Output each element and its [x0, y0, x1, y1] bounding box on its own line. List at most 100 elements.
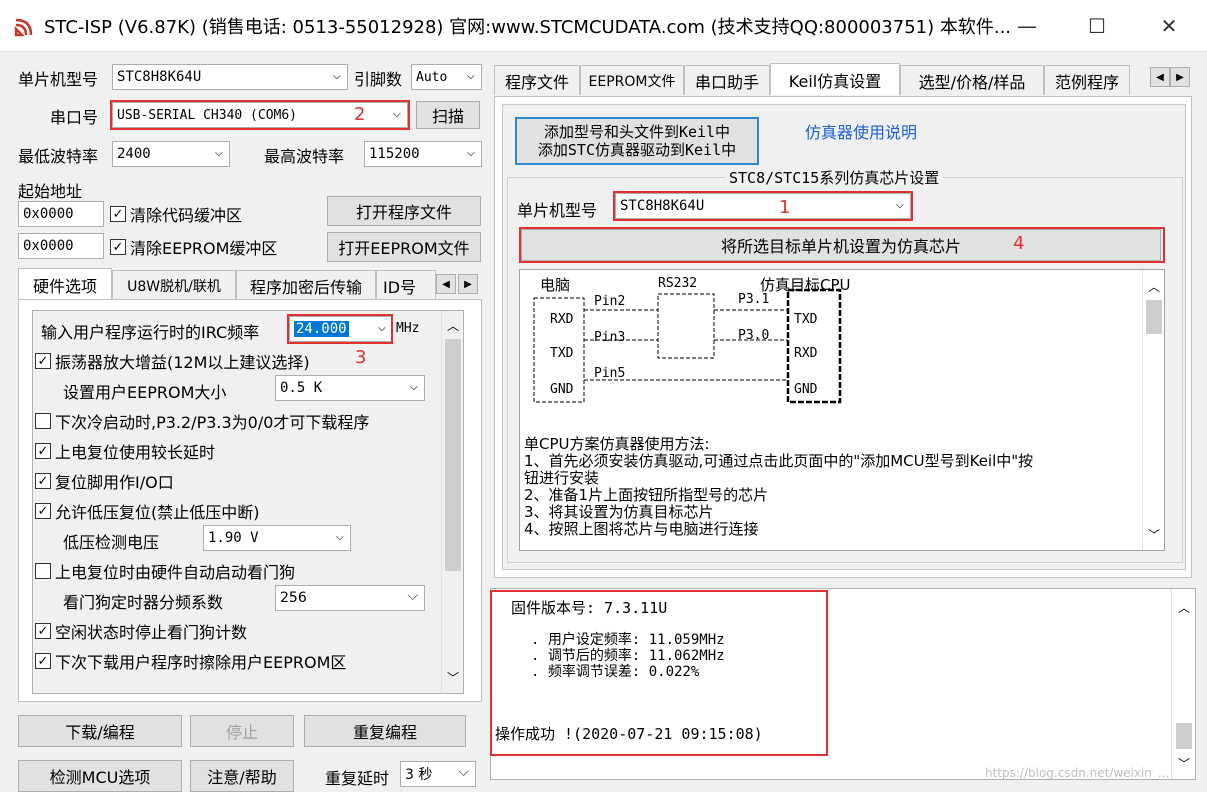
diagram-pc-rxd: RXD	[550, 312, 574, 327]
options-scrollbar[interactable]: ︿ ﹀	[441, 311, 463, 693]
tab-examples[interactable]: 范例程序	[1044, 65, 1130, 95]
help-scrollbar[interactable]: ︿ ﹀	[1142, 270, 1164, 550]
reset-io-checkbox[interactable]: ✓ 复位脚用作I/O口	[35, 469, 174, 493]
tab-scroll-left-icon[interactable]: ◀	[1150, 67, 1170, 87]
amp-gain-label: 振荡器放大增益(12M以上建议选择)	[55, 353, 310, 372]
scroll-thumb[interactable]	[1146, 300, 1162, 334]
tab-id[interactable]: ID号	[376, 270, 436, 300]
long-delay-checkbox[interactable]: ✓ 上电复位使用较长延时	[35, 439, 215, 463]
mcu-type-select[interactable]: STC8H8K64U ⌵	[112, 64, 348, 90]
scroll-thumb[interactable]	[445, 339, 461, 571]
wdt-divider-select[interactable]: 256 ⌵	[275, 585, 425, 611]
code-address-input[interactable]: 0x0000	[18, 201, 104, 227]
min-baud-select[interactable]: 2400 ⌵	[112, 141, 230, 167]
group-title: STC8/STC15系列仿真芯片设置	[725, 167, 944, 188]
tab-scroll-right-icon[interactable]: ▶	[458, 274, 478, 294]
stop-button[interactable]: 停止	[190, 715, 294, 747]
amp-gain-checkbox[interactable]: ✓ 振荡器放大增益(12M以上建议选择)	[35, 349, 310, 373]
keil-emulation-content: 添加型号和头文件到Keil中 添加STC仿真器驱动到Keil中 仿真器使用说明 …	[502, 104, 1186, 570]
scroll-up-icon[interactable]: ︿	[1178, 599, 1190, 616]
eeprom-size-select[interactable]: 0.5 K ⌵	[275, 375, 425, 401]
instructions-text: 单CPU方案仿真器使用方法: 1、首先必须安装仿真驱动,可通过点击此页面中的"添…	[524, 436, 1033, 538]
irc-frequency-select[interactable]: 24.000 ⌵	[289, 316, 393, 342]
erase-eeprom-checkbox[interactable]: ✓ 下次下载用户程序时擦除用户EEPROM区	[35, 649, 346, 673]
tab-hardware-options[interactable]: 硬件选项	[18, 268, 112, 300]
checkmark-icon: ✓	[110, 206, 126, 222]
scroll-down-icon[interactable]: ﹀	[1148, 526, 1160, 543]
check-mcu-button[interactable]: 检测MCU选项	[18, 760, 182, 792]
low-voltage-reset-checkbox[interactable]: ✓ 允许低压复位(禁止低压中断)	[35, 499, 260, 523]
diagram-p31: P3.1	[738, 292, 770, 307]
maximize-button[interactable]: ☐	[1062, 0, 1132, 52]
max-baud-select[interactable]: 115200 ⌵	[364, 141, 482, 167]
chevron-down-icon: ⌵	[895, 196, 904, 212]
log-output: 固件版本号: 7.3.11U . 用户设定频率: 11.059MHz . 调节后…	[490, 588, 1196, 780]
chevron-down-icon: ⌵	[377, 319, 386, 335]
checkbox-empty-icon	[35, 413, 51, 429]
tab-serial-assistant[interactable]: 串口助手	[684, 65, 770, 95]
instruction-line: 4、按照上图将芯片与电脑进行连接	[524, 520, 759, 538]
options-list: 输入用户程序运行时的IRC频率 24.000 ⌵ MHz ✓ 振荡器放大增益(12M…	[32, 310, 464, 694]
tab-eeprom-file[interactable]: EEPROM文件	[580, 65, 684, 95]
diagram-pin5: Pin5	[594, 366, 626, 381]
checkmark-icon: ✓	[35, 503, 51, 519]
log-scrollbar[interactable]: ︿ ﹀	[1171, 589, 1195, 779]
minimize-button[interactable]: —	[992, 0, 1062, 52]
diagram-pc-txd: TXD	[550, 346, 574, 361]
scroll-up-icon[interactable]: ︿	[447, 317, 459, 334]
repeat-delay-select[interactable]: 3 秒 ⌵	[400, 761, 476, 787]
low-voltage-reset-label: 允许低压复位(禁止低压中断)	[55, 503, 260, 522]
reprogram-button[interactable]: 重复编程	[304, 715, 466, 747]
tab-u8w[interactable]: U8W脱机/联机	[112, 270, 236, 300]
irc-frequency-value: 24.000	[294, 321, 349, 337]
diagram-pc-label: 电脑	[540, 276, 571, 294]
download-button[interactable]: 下载/编程	[18, 715, 182, 747]
pins-select[interactable]: Auto ⌵	[411, 64, 482, 90]
tab-selection-price[interactable]: 选型/价格/样品	[900, 65, 1044, 95]
cold-start-label: 下次冷启动时,P3.2/P3.3为0/0才可下载程序	[55, 413, 370, 432]
low-voltage-select[interactable]: 1.90 V ⌵	[203, 525, 351, 551]
tab-encrypt[interactable]: 程序加密后传输	[236, 270, 376, 300]
scan-button[interactable]: 扫描	[416, 101, 480, 129]
tab-program-file[interactable]: 程序文件	[494, 65, 580, 95]
eeprom-size-value: 0.5 K	[280, 380, 323, 396]
checkbox-empty-icon	[35, 563, 51, 579]
add-to-keil-button[interactable]: 添加型号和头文件到Keil中 添加STC仿真器驱动到Keil中	[515, 117, 759, 165]
help-button[interactable]: 注意/帮助	[190, 760, 294, 792]
clear-code-label: 清除代码缓冲区	[130, 206, 243, 225]
eeprom-address-input[interactable]: 0x0000	[18, 233, 104, 259]
emulator-help-link[interactable]: 仿真器使用说明	[805, 119, 917, 143]
close-button[interactable]: ✕	[1134, 0, 1204, 52]
cold-start-checkbox[interactable]: 下次冷启动时,P3.2/P3.3为0/0才可下载程序	[35, 409, 369, 433]
irc-unit-label: MHz	[396, 321, 420, 336]
low-voltage-label: 低压检测电压	[63, 533, 160, 552]
chevron-down-icon: ⌵	[458, 764, 469, 780]
clear-eeprom-checkbox[interactable]: ✓ 清除EEPROM缓冲区	[110, 235, 277, 259]
chevron-down-icon: ⌵	[332, 67, 341, 83]
wiring-help-box: 电脑 RS232 仿真目标CPU RXD TXD GND Pin2 Pin3 P…	[519, 269, 1165, 551]
tab-scroll-left-icon[interactable]: ◀	[436, 274, 456, 294]
scroll-up-icon[interactable]: ︿	[1148, 278, 1160, 295]
open-program-button[interactable]: 打开程序文件	[327, 196, 481, 226]
scroll-down-icon[interactable]: ﹀	[447, 669, 459, 686]
pins-label: 引脚数	[354, 70, 403, 89]
tab-scroll-right-icon[interactable]: ▶	[1170, 67, 1190, 87]
annotation-number-1: 1	[779, 197, 791, 218]
add-to-keil-line2: 添加STC仿真器驱动到Keil中	[537, 141, 737, 159]
idle-stop-wdt-checkbox[interactable]: ✓ 空闲状态时停止看门狗计数	[35, 619, 247, 643]
checkmark-icon: ✓	[35, 443, 51, 459]
set-emulation-chip-button[interactable]: 将所选目标单片机设置为仿真芯片	[521, 229, 1161, 261]
code-address-value: 0x0000	[23, 206, 74, 222]
auto-watchdog-checkbox[interactable]: 上电复位时由硬件自动启动看门狗	[35, 559, 295, 583]
clear-code-checkbox[interactable]: ✓ 清除代码缓冲区	[110, 202, 242, 226]
scroll-thumb[interactable]	[1176, 723, 1192, 749]
clear-eeprom-label: 清除EEPROM缓冲区	[130, 239, 278, 258]
diagram-p30: P3.0	[738, 328, 770, 343]
open-eeprom-button[interactable]: 打开EEPROM文件	[327, 232, 481, 262]
scroll-down-icon[interactable]: ﹀	[1178, 755, 1190, 772]
tab-keil-emulation[interactable]: Keil仿真设置	[770, 63, 900, 95]
eeprom-address-value: 0x0000	[23, 238, 74, 254]
emu-mcu-value: STC8H8K64U	[620, 198, 705, 214]
emu-mcu-select[interactable]: STC8H8K64U ⌵	[615, 193, 911, 219]
low-voltage-value: 1.90 V	[208, 530, 259, 546]
